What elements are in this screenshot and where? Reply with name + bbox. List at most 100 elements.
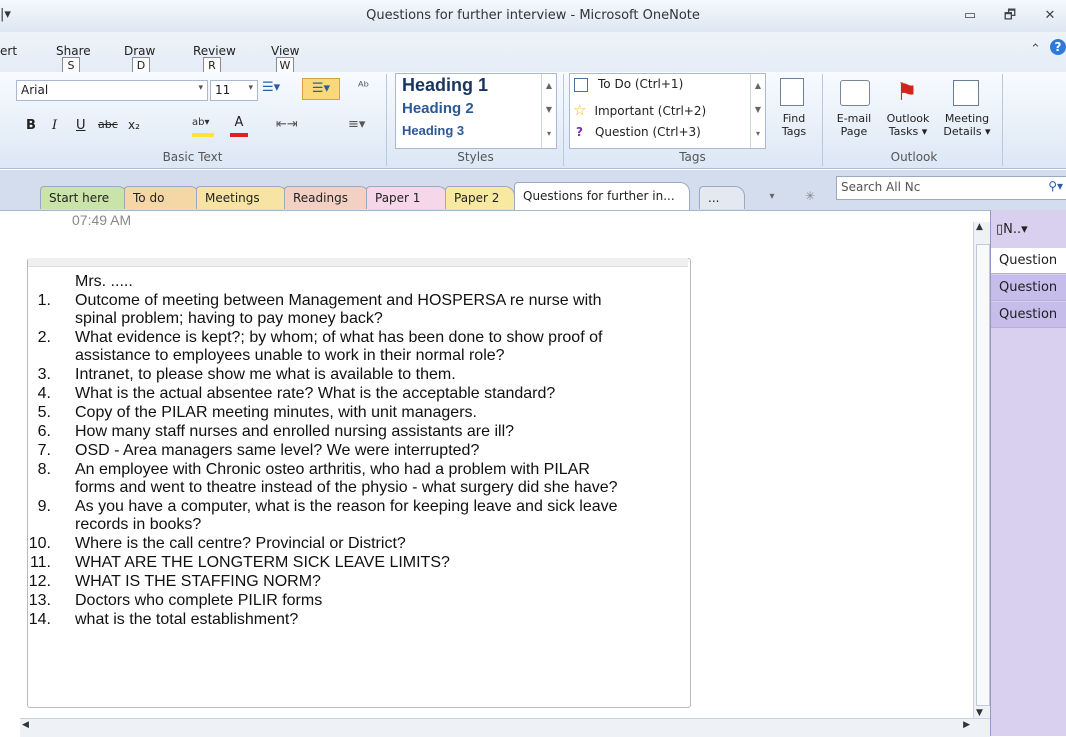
highlight-color-icon[interactable]: ab▾ (192, 117, 214, 137)
menu-review[interactable]: Review (193, 44, 236, 58)
tab-section[interactable]: Start here (40, 186, 128, 209)
question-item[interactable]: 2. What evidence is kept?; by whom; of wh… (27, 329, 687, 365)
tabs-overflow-icon[interactable]: ▾ (752, 186, 792, 208)
question-item[interactable]: 3. Intranet, to please show me what is av… (27, 366, 687, 384)
styles-scroll-icon[interactable]: ▲ ▼ ▾ (541, 74, 556, 148)
tags-scroll-icon[interactable]: ▲ ▼ ▾ (750, 74, 765, 148)
horizontal-scrollbar[interactable]: ◀ ▶ (20, 718, 990, 737)
numbering-icon[interactable]: ☰▾ (302, 78, 340, 100)
question-number: 7. (37, 442, 51, 459)
tab-section[interactable]: To do (124, 186, 200, 209)
tab-section[interactable]: Meetings (196, 186, 288, 209)
page-tab[interactable]: Question (991, 275, 1066, 301)
close-button[interactable]: ✕ (1038, 6, 1062, 26)
menu-insert[interactable]: ert (0, 44, 17, 58)
menu-draw[interactable]: Draw (124, 44, 155, 58)
question-number: 4. (37, 385, 51, 402)
meeting-details-button[interactable]: Meeting Details ▾ (938, 76, 996, 146)
style-heading-3[interactable]: Heading 3 (402, 123, 464, 138)
question-mark-icon: ? (576, 125, 583, 139)
strikethrough-button[interactable]: abc (98, 118, 118, 131)
note-header[interactable]: Mrs. ..... (75, 273, 133, 291)
outlook-tasks-button[interactable]: ⚑ Outlook Tasks ▾ (880, 76, 936, 146)
style-heading-1[interactable]: Heading 1 (402, 75, 488, 96)
tag-question[interactable]: ? Question (Ctrl+3) (576, 125, 701, 139)
group-separator (822, 74, 823, 166)
tab-section[interactable]: Readings (284, 186, 370, 209)
indent-icon[interactable]: ⇤⇥ (276, 117, 298, 132)
collapse-ribbon-icon[interactable]: ⌃ (1030, 42, 1041, 57)
search-icon[interactable]: ⚲▾ (1048, 179, 1063, 193)
question-number: 13. (28, 592, 51, 609)
styles-gallery[interactable]: Heading 1 Heading 2 Heading 3 ▲ ▼ ▾ (395, 73, 557, 149)
subscript-button[interactable]: x₂ (128, 118, 140, 132)
bold-button[interactable]: B (26, 118, 36, 133)
scroll-left-icon[interactable]: ◀ (22, 720, 29, 730)
font-name-dropdown-icon[interactable]: ▾ (198, 83, 203, 93)
group-separator (563, 74, 564, 166)
group-tags-label: Tags (679, 150, 706, 164)
style-heading-2[interactable]: Heading 2 (402, 100, 474, 117)
menu-view[interactable]: View (271, 44, 299, 58)
minimize-button[interactable]: ▭ (958, 6, 982, 26)
font-size-box[interactable]: 11 ▾ (210, 80, 258, 101)
question-item[interactable]: 4. What is the actual absentee rate? What… (27, 385, 687, 403)
tag-important[interactable]: ☆ Important (Ctrl+2) (573, 101, 706, 119)
question-item[interactable]: 8. An employee with Chronic osteo arthrit… (27, 461, 687, 497)
question-item[interactable]: 6. How many staff nurses and enrolled nur… (27, 423, 687, 441)
scroll-up-icon[interactable]: ▲ (976, 222, 983, 232)
question-item[interactable]: 11. WHAT ARE THE LONGTERM SICK LEAVE LIMI… (27, 554, 687, 572)
question-item[interactable]: 14. what is the total establishment? (27, 611, 687, 629)
question-number: 11. (29, 554, 51, 571)
font-size-dropdown-icon[interactable]: ▾ (248, 83, 253, 93)
question-text: As you have a computer, what is the reas… (75, 498, 618, 515)
note-container-handle[interactable] (28, 258, 688, 267)
question-item[interactable]: 5. Copy of the PILAR meeting minutes, wit… (27, 404, 687, 422)
question-item[interactable]: 1. Outcome of meeting between Management … (27, 292, 687, 328)
question-text: What is the actual absentee rate? What i… (75, 385, 556, 402)
tab-section[interactable]: Paper 2 (445, 186, 515, 209)
question-item[interactable]: 13. Doctors who complete PILIR forms (27, 592, 687, 610)
font-size-value: 11 (215, 83, 231, 97)
window-title: Questions for further interview - Micros… (366, 8, 700, 23)
question-text: assistance to employees unable to work i… (75, 347, 505, 364)
clear-formatting-icon[interactable]: ᴬᵇ (358, 80, 369, 95)
question-number: 12. (28, 573, 51, 590)
tab-section[interactable]: Paper 1 (366, 186, 448, 209)
tab-section[interactable]: ... (699, 186, 745, 209)
page-tab[interactable]: Question (991, 302, 1066, 328)
new-section-icon[interactable]: ✳ (798, 184, 822, 208)
question-number: 5. (37, 404, 51, 421)
email-page-button[interactable]: E-mail Page (832, 76, 876, 146)
questions-list[interactable]: 1. Outcome of meeting between Management … (27, 292, 689, 652)
find-tags-button[interactable]: Find Tags (772, 76, 816, 146)
align-icon[interactable]: ≡▾ (348, 117, 365, 132)
help-icon[interactable]: ? (1050, 39, 1066, 55)
question-item[interactable]: 7. OSD - Area managers same level? We wer… (27, 442, 687, 460)
restore-button[interactable]: 🗗 (998, 6, 1022, 26)
italic-button[interactable]: I (52, 118, 57, 133)
page-tab[interactable]: Question (991, 248, 1066, 274)
search-box[interactable]: Search All Nc ⚲▾ (836, 176, 1066, 200)
underline-button[interactable]: U (76, 118, 86, 133)
tags-gallery[interactable]: To Do (Ctrl+1) ☆ Important (Ctrl+2) ? Ques… (569, 73, 766, 149)
question-text: How many staff nurses and enrolled nursi… (75, 423, 515, 440)
question-item[interactable]: 12. WHAT IS THE STAFFING NORM? (27, 573, 687, 591)
question-item[interactable]: 9. As you have a computer, what is the re… (27, 498, 687, 534)
menu-share[interactable]: Share (56, 44, 91, 58)
font-name-box[interactable]: Arial ▾ (16, 80, 208, 101)
tab-active[interactable]: Questions for further in... (514, 182, 690, 211)
question-number: 1. (37, 292, 51, 309)
scroll-thumb[interactable] (976, 244, 990, 706)
scroll-right-icon[interactable]: ▶ (963, 720, 970, 730)
bullets-icon[interactable]: ☰▾ (262, 80, 280, 95)
font-color-icon[interactable]: A (230, 115, 248, 137)
scroll-down-icon[interactable]: ▼ (976, 708, 983, 718)
question-number: 9. (37, 498, 51, 515)
vertical-scrollbar[interactable]: ▲ ▼ (973, 222, 991, 718)
new-page-dropdown-icon[interactable]: ▾ (1021, 222, 1028, 237)
new-page-button[interactable]: ▯N..▾ (996, 222, 1028, 237)
question-item[interactable]: 10. Where is the call centre? Provincial … (27, 535, 687, 553)
question-text: OSD - Area managers same level? We were … (75, 442, 480, 459)
tag-todo[interactable]: To Do (Ctrl+1) (574, 77, 683, 92)
